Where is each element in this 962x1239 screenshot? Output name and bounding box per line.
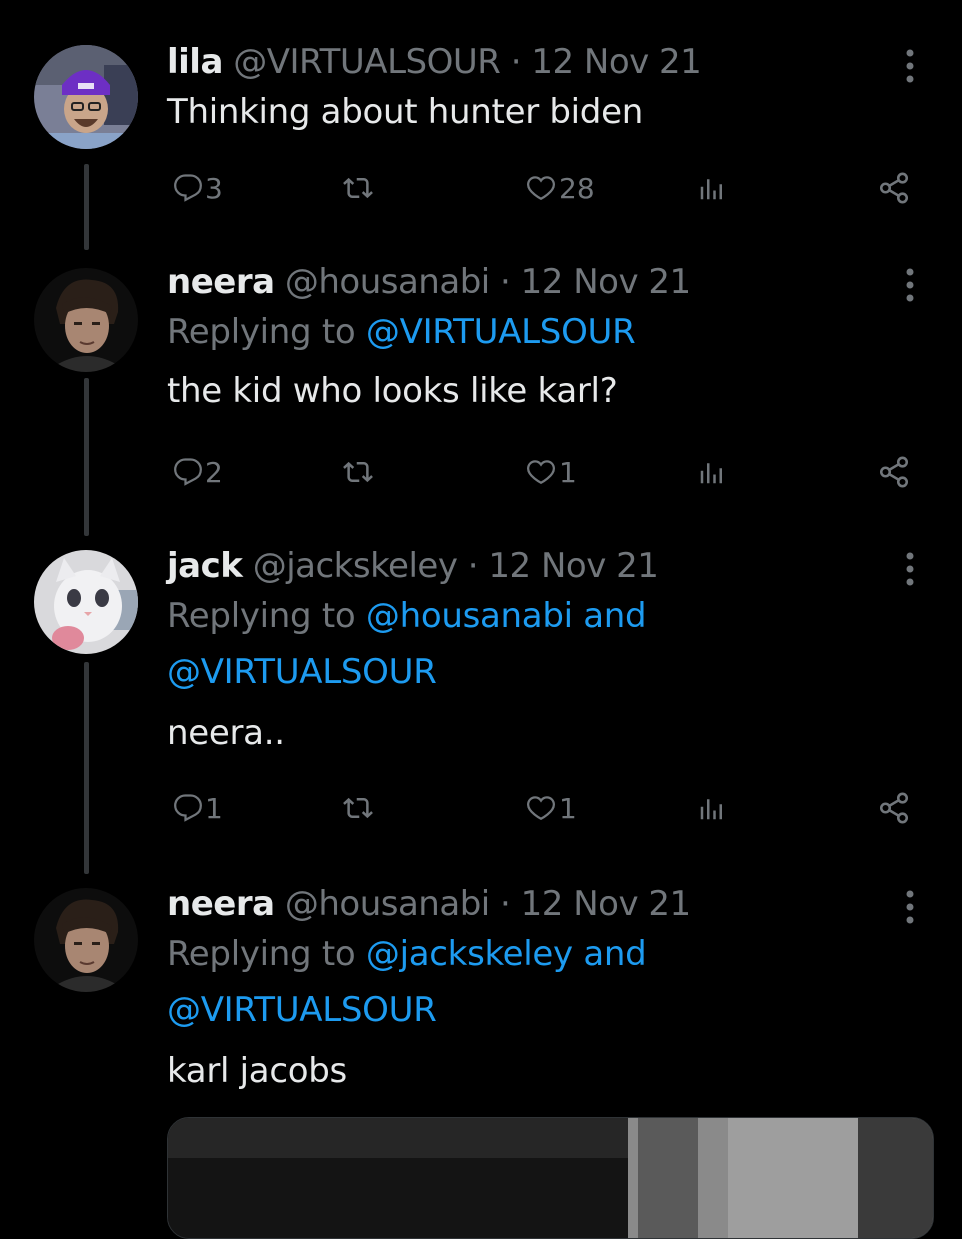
tweet[interactable]: jack @jackskeley · 12 Nov 21 Replying to…: [0, 536, 962, 874]
user-handle[interactable]: @housanabi: [285, 262, 490, 302]
tweet-text: karl jacobs: [167, 1051, 347, 1091]
tweet[interactable]: neera @housanabi · 12 Nov 21 Replying to…: [0, 250, 962, 536]
retweet-icon: [343, 797, 373, 819]
separator-dot: ·: [510, 42, 522, 82]
tweet-actions: 1 1: [167, 786, 927, 830]
tweet-header: neera @housanabi · 12 Nov 21: [167, 882, 922, 926]
avatar[interactable]: [34, 45, 138, 149]
views-button[interactable]: [697, 786, 727, 830]
tweet-header: neera @housanabi · 12 Nov 21: [167, 260, 922, 304]
mention-link[interactable]: @VIRTUALSOUR: [167, 982, 922, 1038]
display-name[interactable]: neera: [167, 262, 275, 302]
tweet-actions: 2 1: [167, 450, 927, 494]
views-button[interactable]: [697, 166, 727, 210]
retweet-icon: [343, 461, 373, 483]
display-name[interactable]: jack: [167, 546, 243, 586]
more-options-icon[interactable]: [900, 47, 920, 87]
avatar[interactable]: [34, 888, 138, 992]
user-handle[interactable]: @housanabi: [285, 884, 490, 924]
retweet-button[interactable]: [342, 786, 374, 830]
share-button[interactable]: [877, 786, 911, 830]
retweet-icon: [343, 177, 373, 199]
like-button[interactable]: 28: [525, 166, 595, 210]
replying-to: Replying to @housanabi and: [167, 588, 922, 644]
reply-icon: [174, 794, 202, 822]
reply-button[interactable]: 3: [173, 166, 223, 210]
avatar[interactable]: [34, 550, 138, 654]
analytics-icon: [700, 179, 722, 200]
avatar[interactable]: [34, 268, 138, 372]
tweet-date[interactable]: 12 Nov 21: [488, 546, 659, 586]
tweet-header: jack @jackskeley · 12 Nov 21: [167, 544, 922, 588]
heart-icon: [526, 460, 556, 485]
reply-icon: [174, 174, 202, 202]
retweet-button[interactable]: [342, 166, 374, 210]
more-options-icon[interactable]: [900, 266, 920, 306]
replying-to: Replying to @VIRTUALSOUR: [167, 304, 922, 360]
like-count: 1: [559, 455, 577, 489]
share-icon: [879, 792, 909, 824]
tweet-date[interactable]: 12 Nov 21: [521, 884, 692, 924]
media-image: [168, 1118, 933, 1238]
tweet-text: Thinking about hunter biden: [167, 92, 643, 132]
mention-link[interactable]: @jackskeley and: [366, 934, 647, 974]
mention-link[interactable]: @VIRTUALSOUR: [366, 312, 636, 352]
display-name[interactable]: neera: [167, 884, 275, 924]
tweet-text: the kid who looks like karl?: [167, 371, 618, 411]
tweet-header: lila @VIRTUALSOUR · 12 Nov 21: [167, 40, 922, 84]
user-handle[interactable]: @jackskeley: [253, 546, 458, 586]
reply-button[interactable]: 2: [173, 450, 223, 494]
reply-count: 3: [205, 171, 223, 205]
analytics-icon: [700, 463, 722, 484]
user-handle[interactable]: @VIRTUALSOUR: [233, 42, 501, 82]
tweet-media[interactable]: [167, 1117, 934, 1239]
tweet-date[interactable]: 12 Nov 21: [521, 262, 692, 302]
analytics-icon: [700, 799, 722, 820]
more-options-icon[interactable]: [900, 888, 920, 928]
like-count: 1: [559, 791, 577, 825]
share-icon: [879, 456, 909, 488]
tweet-text: neera..: [167, 713, 285, 753]
reply-count: 1: [205, 791, 223, 825]
replying-to: Replying to @jackskeley and: [167, 926, 922, 982]
separator-dot: ·: [500, 262, 511, 302]
like-button[interactable]: 1: [525, 450, 577, 494]
reply-button[interactable]: 1: [173, 786, 223, 830]
retweet-button[interactable]: [342, 450, 374, 494]
share-button[interactable]: [877, 166, 911, 210]
tweet-actions: 3 28: [167, 166, 927, 210]
replying-to-label: Replying to: [167, 934, 356, 974]
mention-link[interactable]: @housanabi and: [366, 596, 647, 636]
more-options-icon[interactable]: [900, 550, 920, 590]
reply-count: 2: [205, 455, 223, 489]
display-name[interactable]: lila: [167, 42, 223, 82]
tweet-date[interactable]: 12 Nov 21: [531, 42, 702, 82]
heart-icon: [526, 176, 556, 201]
like-count: 28: [559, 171, 595, 205]
separator-dot: ·: [467, 546, 479, 586]
tweet[interactable]: lila @VIRTUALSOUR · 12 Nov 21 Thinking a…: [0, 0, 962, 250]
share-icon: [879, 172, 909, 204]
heart-icon: [526, 796, 556, 821]
mention-link[interactable]: @VIRTUALSOUR: [167, 644, 922, 700]
replying-to-label: Replying to: [167, 312, 356, 352]
like-button[interactable]: 1: [525, 786, 577, 830]
views-button[interactable]: [697, 450, 727, 494]
replying-to-label: Replying to: [167, 596, 356, 636]
reply-icon: [174, 458, 202, 486]
separator-dot: ·: [500, 884, 511, 924]
share-button[interactable]: [877, 450, 911, 494]
